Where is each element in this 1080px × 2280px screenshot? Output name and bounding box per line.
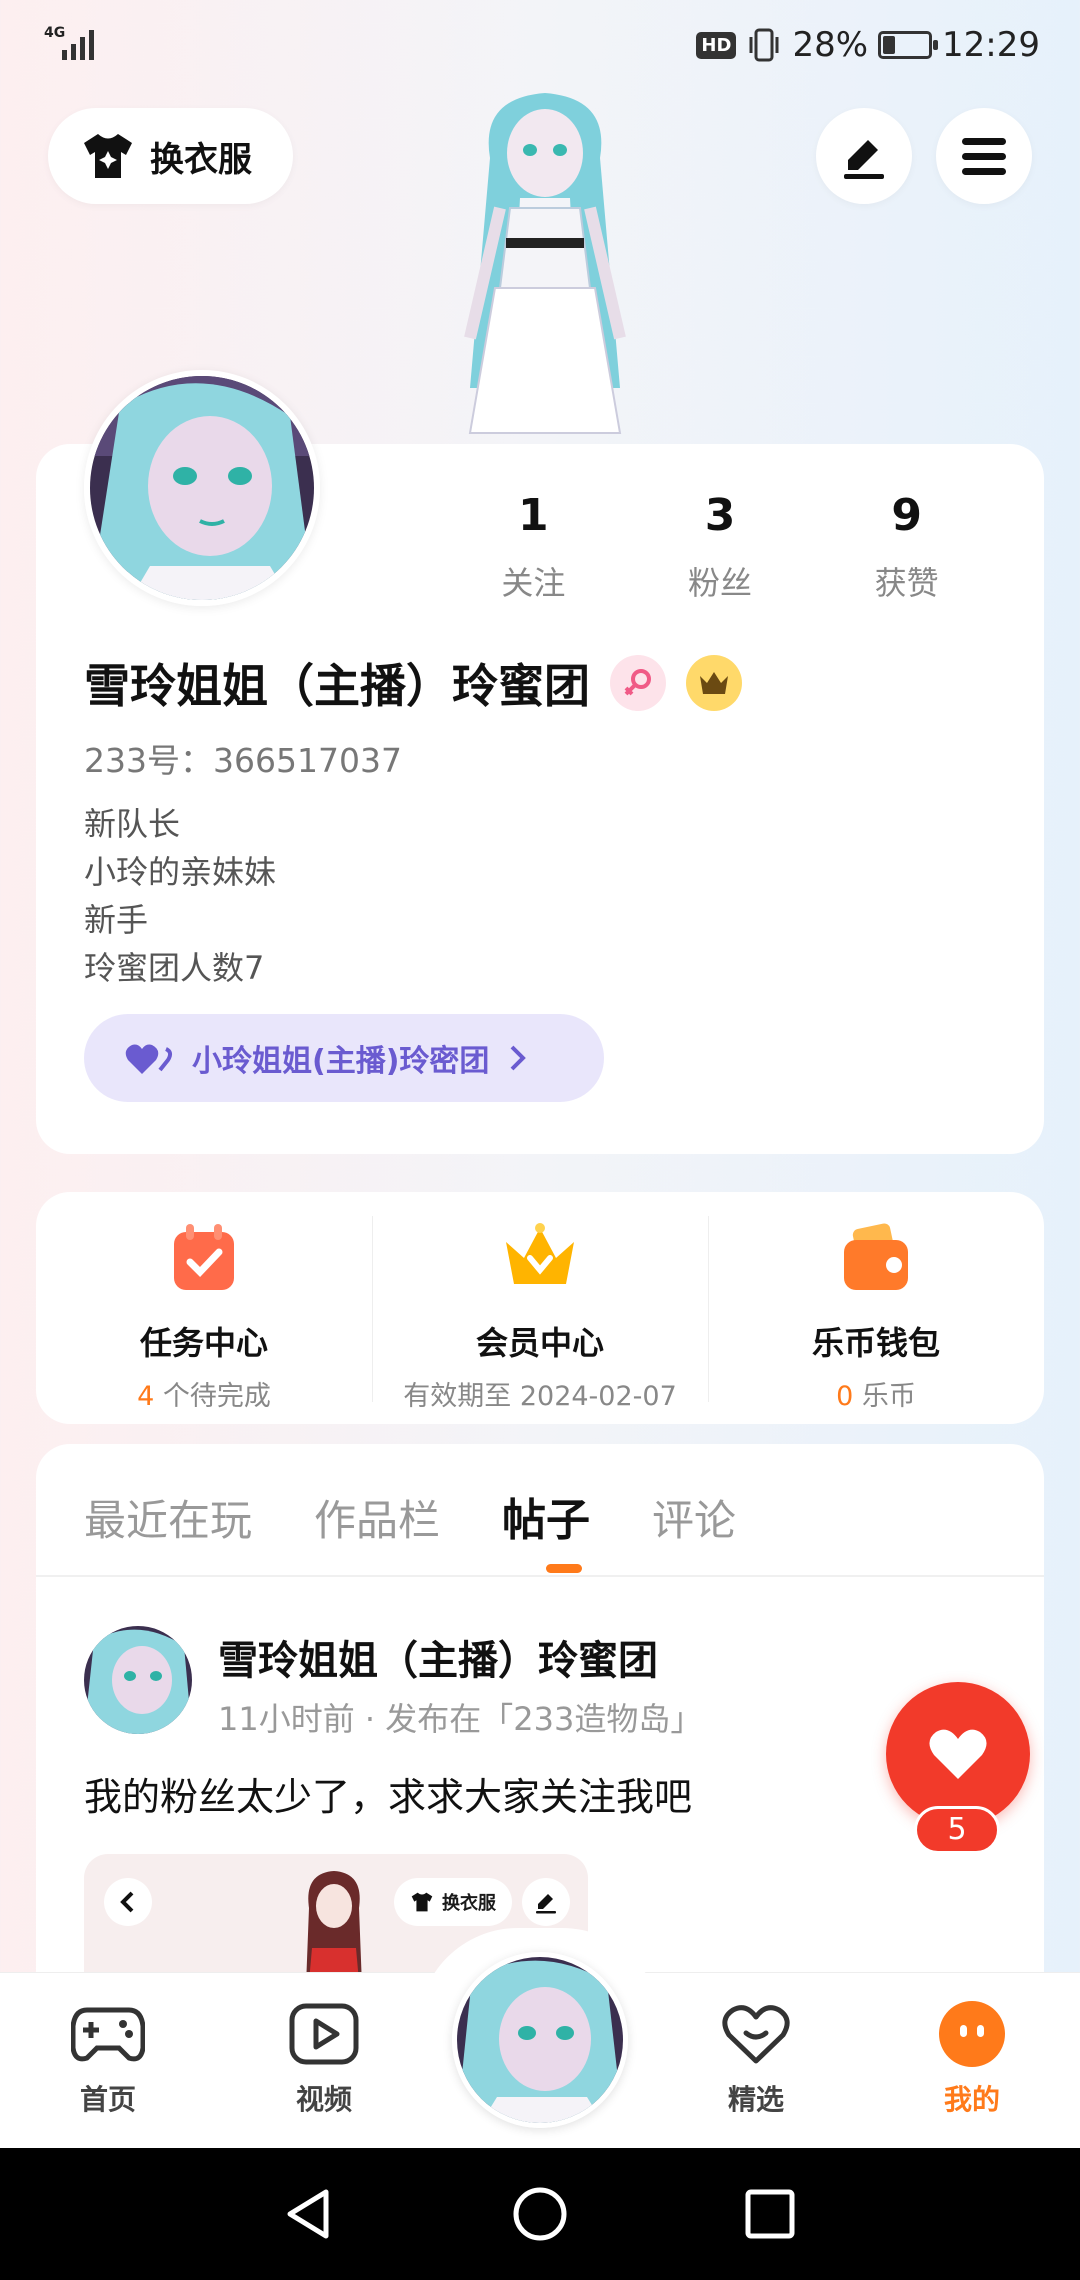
avatar-image xyxy=(84,1626,192,1734)
nav-mine[interactable]: 我的 xyxy=(892,1996,1052,2118)
change-outfit-label: 换衣服 xyxy=(150,139,252,180)
preview-outfit-label: 换衣服 xyxy=(442,1893,496,1914)
post-author-name[interactable]: 雪玲姐姐（主播）玲蜜团 xyxy=(218,1628,658,1686)
preview-outfit-button: 换衣服 xyxy=(394,1878,512,1926)
member-center[interactable]: 会员中心 有效期至 2024-02-07 xyxy=(372,1192,708,1424)
wallet-icon xyxy=(844,1223,908,1290)
coin-count: 0 xyxy=(836,1381,854,1412)
pen-icon xyxy=(536,1894,556,1914)
change-outfit-button[interactable]: 换衣服 xyxy=(48,108,293,204)
female-icon xyxy=(610,655,666,711)
battery-percent: 28% xyxy=(792,25,869,65)
stat-likes-count: 9 xyxy=(891,490,922,541)
crown-icon xyxy=(506,1223,574,1284)
avatar-image xyxy=(457,1957,623,2123)
avatar-image xyxy=(90,376,314,600)
tab-posts[interactable]: 帖子 xyxy=(502,1484,590,1548)
fan-group-button[interactable]: 小玲姐姐(主播)玲密团 xyxy=(84,1014,604,1102)
play-icon xyxy=(286,1996,362,2072)
tab-works[interactable]: 作品栏 xyxy=(314,1487,440,1548)
like-count-badge: 5 xyxy=(914,1806,1000,1854)
battery-level xyxy=(883,36,896,54)
nav-home[interactable]: 首页 xyxy=(28,1996,188,2118)
pen-icon xyxy=(844,140,884,179)
floating-like-button[interactable] xyxy=(886,1682,1030,1826)
profile-bio: 新队长 小玲的亲妹妹 新手 玲蜜团人数7 xyxy=(84,800,276,992)
task-center[interactable]: 任务中心 4 个待完成 xyxy=(36,1192,372,1424)
profile-tabs: 最近在玩 作品栏 帖子 评论 xyxy=(84,1478,736,1548)
status-right: HD 28% 12:29 xyxy=(696,22,1040,68)
hamburger-menu-icon xyxy=(962,138,1006,175)
bio-line: 玲蜜团人数7 xyxy=(84,949,265,987)
heart-icon xyxy=(718,1996,794,2072)
avatar-character-figure[interactable] xyxy=(420,88,670,448)
edit-profile-button[interactable] xyxy=(816,108,912,204)
username-row: 雪玲姐姐（主播）玲蜜团 xyxy=(84,650,742,716)
username: 雪玲姐姐（主播）玲蜜团 xyxy=(84,659,590,713)
bio-line: 小玲的亲妹妹 xyxy=(84,853,277,891)
stat-likes[interactable]: 9 获赞 xyxy=(813,488,1000,604)
calendar-check-icon xyxy=(174,1224,234,1290)
task-center-sub: 4 个待完成 xyxy=(36,1374,372,1413)
stat-followers-count: 3 xyxy=(704,490,736,541)
menu-button[interactable] xyxy=(936,108,1032,204)
stat-followers-label: 粉丝 xyxy=(688,564,753,602)
chevron-right-icon xyxy=(511,1045,527,1071)
profile-stats: 1 关注 3 粉丝 9 获赞 xyxy=(440,488,1000,604)
stat-following[interactable]: 1 关注 xyxy=(440,488,627,604)
task-count: 4 xyxy=(137,1381,155,1412)
coin-wallet-sub: 0 乐币 xyxy=(708,1374,1044,1413)
stat-likes-label: 获赞 xyxy=(874,564,939,602)
post-author-avatar[interactable] xyxy=(84,1626,192,1734)
crown-badge-icon[interactable] xyxy=(686,655,742,711)
gamepad-icon xyxy=(70,1996,146,2072)
nav-mine-label: 我的 xyxy=(943,2083,1000,2116)
nav-video-label: 视频 xyxy=(295,2083,352,2116)
status-bar: 4G HD 28% 12:29 xyxy=(0,0,1080,90)
preview-edit-button xyxy=(522,1878,570,1926)
task-sub-text: 个待完成 xyxy=(154,1381,271,1412)
nav-center-avatar[interactable] xyxy=(452,1952,628,2128)
nav-video[interactable]: 视频 xyxy=(244,1996,404,2118)
coin-wallet-title: 乐币钱包 xyxy=(811,1324,940,1362)
back-triangle-icon[interactable] xyxy=(278,2184,338,2244)
member-expiry: 有效期至 2024-02-07 xyxy=(403,1381,677,1412)
task-center-title: 任务中心 xyxy=(139,1324,268,1362)
user-id: 233号：366517037 xyxy=(84,741,402,780)
divider xyxy=(36,1575,1044,1577)
bio-line: 新手 xyxy=(84,901,149,939)
tab-indicator xyxy=(546,1564,582,1573)
tshirt-sparkle-icon xyxy=(411,1892,433,1912)
signal-icon xyxy=(62,30,94,60)
coin-wallet[interactable]: 乐币钱包 0 乐币 xyxy=(708,1192,1044,1424)
tshirt-sparkle-icon xyxy=(84,134,132,178)
stat-followers[interactable]: 3 粉丝 xyxy=(627,488,814,604)
stat-following-label: 关注 xyxy=(501,564,566,602)
tab-recent-played[interactable]: 最近在玩 xyxy=(84,1487,252,1548)
services-card: 任务中心 4 个待完成 会员中心 有效期至 2024-02-07 乐币钱包 0 … xyxy=(36,1192,1044,1424)
bio-line: 新队长 xyxy=(84,805,181,843)
hearts-icon xyxy=(125,1044,173,1074)
coin-unit: 乐币 xyxy=(853,1381,916,1412)
post-meta: 11小时前 · 发布在「233造物岛」 xyxy=(218,1700,703,1738)
recents-square-icon[interactable] xyxy=(740,2184,800,2244)
profile-avatar[interactable] xyxy=(84,370,320,606)
nav-home-label: 首页 xyxy=(79,2083,136,2116)
clock: 12:29 xyxy=(942,25,1040,65)
member-center-title: 会员中心 xyxy=(475,1324,604,1362)
chevron-left-icon xyxy=(120,1891,134,1913)
post-text[interactable]: 我的粉丝太少了，求求大家关注我吧 xyxy=(84,1766,692,1821)
heart-icon xyxy=(929,1729,987,1779)
stat-following-count: 1 xyxy=(518,490,549,541)
profile-face-icon xyxy=(934,1996,1010,2072)
vibrate-icon xyxy=(749,28,779,62)
nav-featured[interactable]: 精选 xyxy=(676,1996,836,2118)
preview-back-button xyxy=(104,1878,152,1926)
nav-featured-label: 精选 xyxy=(727,2083,784,2116)
fan-group-label: 小玲姐姐(主播)玲密团 xyxy=(192,1044,490,1079)
home-circle-icon[interactable] xyxy=(510,2184,570,2244)
tab-comments[interactable]: 评论 xyxy=(652,1487,736,1548)
hd-badge: HD xyxy=(696,31,737,59)
battery-icon xyxy=(878,31,939,59)
